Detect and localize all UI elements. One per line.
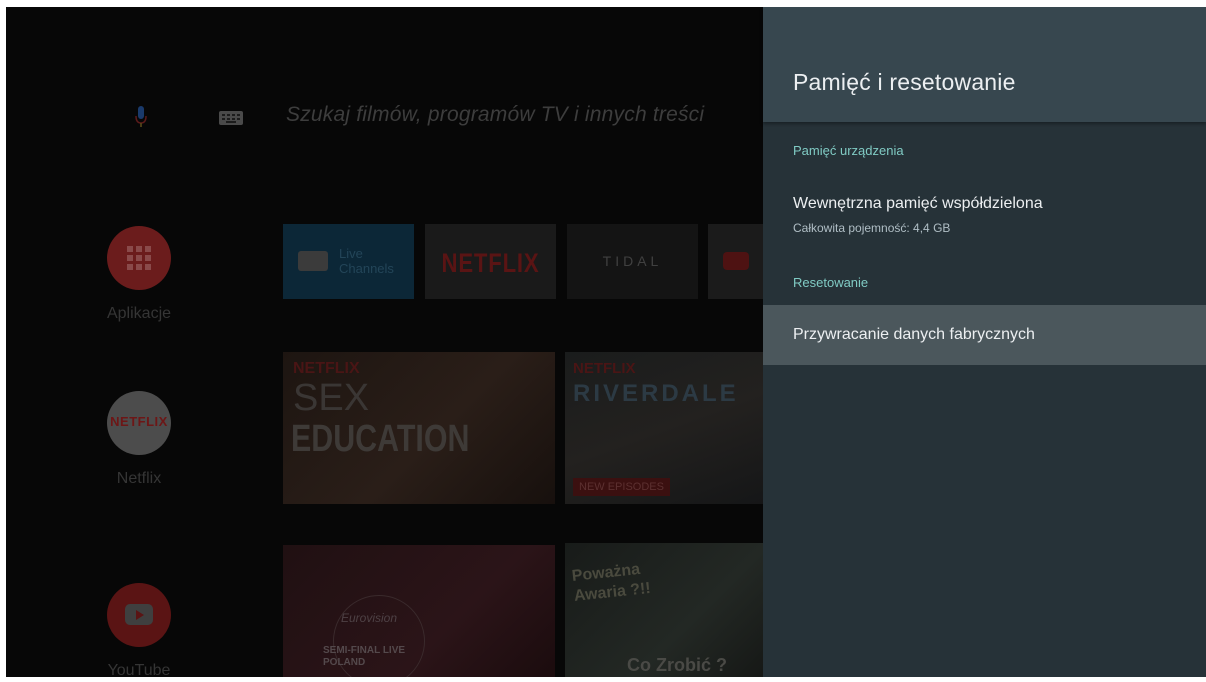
youtube-label: YouTube xyxy=(107,662,171,677)
youtube-tile[interactable] xyxy=(708,224,763,299)
panel-header: Pamięć i resetowanie xyxy=(763,7,1206,122)
tv-screen: Szukaj filmów, programów TV i innych tre… xyxy=(6,7,1206,677)
poster-title: Co Zrobić ? xyxy=(627,655,727,675)
poster-subtitle: SEMI-FINAL LIVE POLAND xyxy=(323,645,406,668)
section-header-device-storage: Pamięć urządzenia xyxy=(793,143,904,158)
netflix-tile-logo: NETFLIX xyxy=(441,248,540,278)
poster-sex-education[interactable]: NETFLIX SEX EDUCATION xyxy=(283,352,555,504)
poster-brand: NETFLIX xyxy=(573,360,636,377)
youtube-icon xyxy=(723,252,749,270)
tidal-tile-logo: TIDAL xyxy=(602,253,663,269)
youtube-app[interactable]: YouTube xyxy=(107,583,171,677)
poster-title: RIVERDALE xyxy=(573,380,739,407)
item-title: Przywracanie danych fabrycznych xyxy=(793,326,1035,343)
poster-title: Eurovision xyxy=(341,611,398,625)
page-title: Pamięć i resetowanie xyxy=(793,69,1016,95)
poster-eurovision[interactable]: Eurovision SEMI-FINAL LIVE POLAND xyxy=(283,545,555,677)
settings-panel: Pamięć i resetowanie Pamięć urządzenia W… xyxy=(763,7,1206,677)
item-subtitle: Całkowita pojemność: 4,4 GB xyxy=(793,221,951,235)
netflix-logo: NETFLIX xyxy=(110,414,168,429)
apps-launcher[interactable]: Aplikacje xyxy=(107,226,171,322)
apps-label: Aplikacje xyxy=(106,305,172,322)
section-header-reset: Resetowanie xyxy=(793,275,869,290)
netflix-app[interactable]: NETFLIX Netflix xyxy=(107,391,171,487)
poster-riverdale[interactable]: NETFLIX RIVERDALE NEW EPISODES xyxy=(565,352,763,504)
factory-reset-item[interactable]: Przywracanie danych fabrycznych xyxy=(763,305,1206,365)
live-channels-tile[interactable]: Live Channels xyxy=(283,224,414,299)
poster-title: EDUCATION xyxy=(291,418,470,460)
poster-awaria[interactable]: Poważna Awaria ?!! Co Zrobić ? xyxy=(565,543,763,677)
netflix-label: Netflix xyxy=(116,470,162,487)
poster-title-top: Poważna Awaria ?!! xyxy=(571,560,652,605)
search-input[interactable]: Szukaj filmów, programów TV i innych tre… xyxy=(286,103,704,127)
netflix-tile[interactable]: NETFLIX xyxy=(425,224,556,299)
tv-icon xyxy=(298,251,328,271)
home-screen: Szukaj filmów, programów TV i innych tre… xyxy=(6,7,763,677)
keyboard-icon[interactable] xyxy=(219,111,243,125)
internal-shared-storage-item[interactable]: Wewnętrzna pamięć współdzielona Całkowit… xyxy=(763,183,1206,243)
item-title: Wewnętrzna pamięć współdzielona xyxy=(793,195,1043,212)
apps-grid-icon xyxy=(127,246,151,270)
mic-icon[interactable] xyxy=(135,106,147,128)
youtube-play-icon xyxy=(125,604,153,625)
live-channels-label: Live Channels xyxy=(339,246,394,276)
poster-title-top: SEX xyxy=(293,377,370,419)
tidal-tile[interactable]: TIDAL xyxy=(567,224,698,299)
new-episodes-badge: NEW EPISODES xyxy=(573,478,670,496)
poster-brand: NETFLIX xyxy=(293,360,360,377)
